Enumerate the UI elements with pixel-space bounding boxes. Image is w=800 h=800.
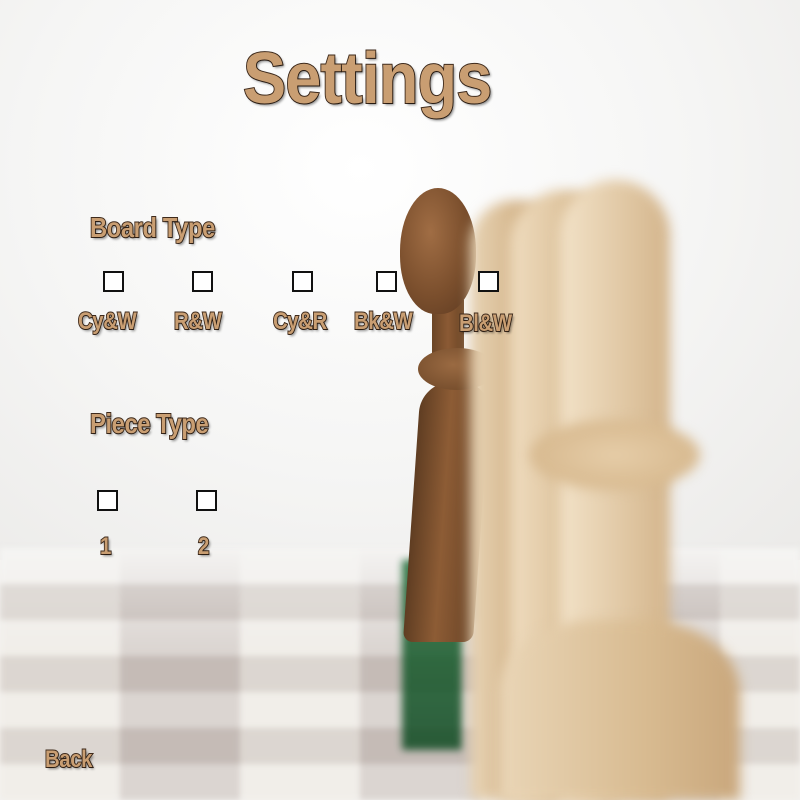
- piece-type-checkbox-1[interactable]: [97, 490, 118, 511]
- piece-type-checkbox-2[interactable]: [196, 490, 217, 511]
- board-type-checkbox-r-w[interactable]: [192, 271, 213, 292]
- back-button[interactable]: Back: [44, 745, 93, 774]
- board-type-checkbox-cy-r[interactable]: [292, 271, 313, 292]
- board-type-label-cy-w: Cy&W: [77, 307, 137, 336]
- background-photo: [0, 0, 800, 800]
- board-type-label-bl-w: Bl&W: [458, 309, 513, 338]
- piece-type-label-1: 1: [99, 532, 112, 561]
- board-type-label-bk-w: Bk&W: [353, 307, 413, 336]
- piece-type-label-2: 2: [197, 532, 210, 561]
- board-type-label-cy-r: Cy&R: [272, 307, 328, 336]
- board-type-heading: Board Type: [89, 211, 216, 244]
- piece-type-heading: Piece Type: [89, 407, 209, 440]
- light-pawn-base: [500, 620, 740, 800]
- board-type-label-r-w: R&W: [173, 307, 223, 336]
- board-type-checkbox-bl-w[interactable]: [478, 271, 499, 292]
- page-title: Settings: [242, 38, 493, 120]
- board-type-checkbox-bk-w[interactable]: [376, 271, 397, 292]
- board-type-checkbox-cy-w[interactable]: [103, 271, 124, 292]
- light-pawn-collar: [530, 420, 700, 490]
- dark-pawn-head: [400, 188, 476, 314]
